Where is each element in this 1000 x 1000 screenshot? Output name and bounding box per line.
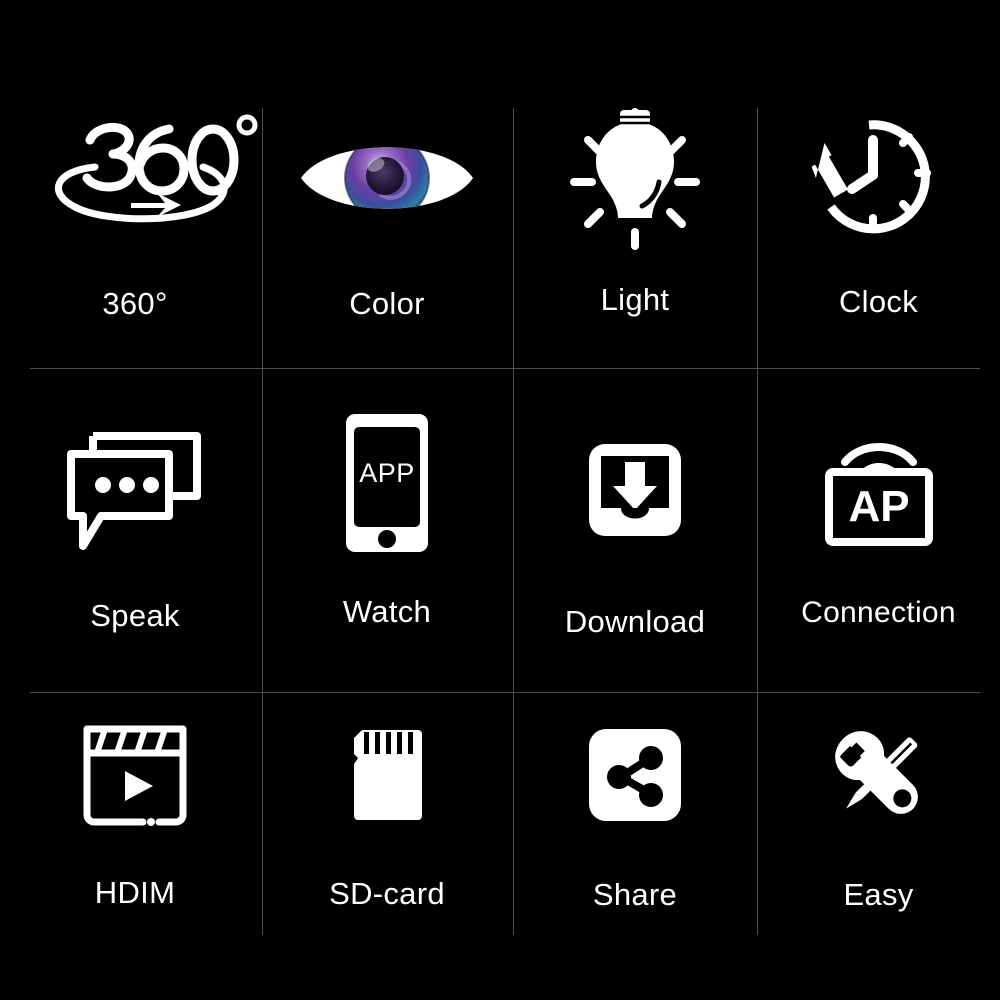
feature-cell-watch[interactable]: APP Watch xyxy=(262,408,512,627)
ap-wifi-icon: AP xyxy=(819,412,939,560)
feature-label-easy: Easy xyxy=(843,877,914,912)
lightbulb-icon xyxy=(560,105,710,250)
sd-card-icon xyxy=(350,718,424,834)
feature-cell-light[interactable]: Light xyxy=(513,105,757,315)
feature-grid-panel: 360° Color Light Clock Speak APP Watch D… xyxy=(0,0,1000,1000)
phone-screen-text: APP xyxy=(359,458,415,488)
clapperboard-play-icon xyxy=(83,715,187,835)
feature-label-color: Color xyxy=(349,286,425,321)
feature-cell-speak[interactable]: Speak xyxy=(10,420,260,631)
feature-label-hdim: HDIM xyxy=(94,875,176,910)
feature-cell-rotation-360[interactable]: 360° xyxy=(10,105,260,319)
wrench-screwdriver-icon xyxy=(824,715,934,835)
ap-box-text: AP xyxy=(848,482,909,531)
feature-label-connection: Connection xyxy=(801,596,956,629)
feature-label-light: Light xyxy=(600,282,670,317)
feature-cell-color[interactable]: Color xyxy=(262,105,512,319)
feature-label-share: Share xyxy=(592,877,678,912)
feature-cell-download[interactable]: Download xyxy=(513,420,757,637)
feature-label-clock: Clock xyxy=(838,284,918,319)
feature-label-download: Download xyxy=(564,604,706,639)
feature-cell-easy[interactable]: Easy xyxy=(757,715,1000,910)
feature-label-rotation-360: 360° xyxy=(102,286,168,321)
clock-rewind-icon xyxy=(806,105,951,250)
feature-cell-connection[interactable]: AP Connection xyxy=(757,412,1000,628)
feature-cell-share[interactable]: Share xyxy=(513,715,757,910)
rotation-360-icon xyxy=(35,105,258,250)
phone-app-icon: APP xyxy=(344,408,430,558)
feature-label-speak: Speak xyxy=(90,598,180,633)
feature-cell-sd-card[interactable]: SD-card xyxy=(262,718,512,909)
feature-label-watch: Watch xyxy=(342,594,432,629)
eye-color-icon xyxy=(297,105,477,250)
share-nodes-icon xyxy=(587,715,683,835)
grid-divider-horizontal-1 xyxy=(30,368,980,369)
download-arrow-icon xyxy=(587,420,683,560)
feature-cell-clock[interactable]: Clock xyxy=(757,105,1000,317)
chat-bubbles-icon xyxy=(65,420,205,560)
feature-label-sd-card: SD-card xyxy=(329,876,445,911)
grid-divider-horizontal-2 xyxy=(30,692,980,693)
feature-cell-hdim[interactable]: HDIM xyxy=(10,715,260,908)
